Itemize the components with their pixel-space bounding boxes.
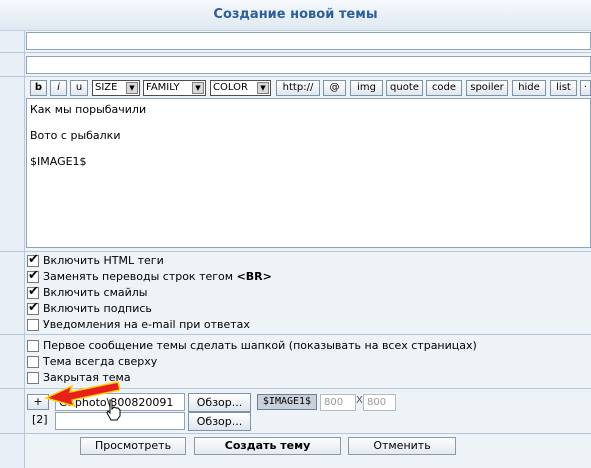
option-label: Включить подпись — [43, 302, 152, 315]
divider — [0, 334, 591, 335]
option-signature[interactable]: ✔ Включить подпись — [27, 301, 152, 316]
checkbox[interactable] — [27, 372, 39, 384]
option-label: Заменять переводы строк тегом — [43, 270, 237, 283]
checkbox[interactable] — [27, 356, 39, 368]
image-tag-badge[interactable]: $IMAGE1$ — [257, 394, 317, 410]
bold-button[interactable]: b — [30, 80, 47, 96]
editor-line: Вото с рыбалки — [30, 129, 121, 142]
divider — [0, 52, 591, 53]
new-topic-form: Создание новой темы b i u SIZE ▼ FAMILY … — [0, 0, 591, 468]
checkbox[interactable] — [27, 319, 39, 331]
option-email-notify[interactable]: Уведомления на e-mail при ответах — [27, 317, 250, 332]
option-html-tags[interactable]: ✔ Включить HTML теги — [27, 253, 164, 268]
color-select-value: COLOR — [213, 82, 248, 93]
divider — [0, 76, 591, 77]
size-select-value: SIZE — [95, 82, 118, 93]
option-smilies[interactable]: ✔ Включить смайлы — [27, 285, 147, 300]
email-button[interactable]: @ — [323, 80, 346, 96]
underline-button[interactable]: u — [70, 80, 88, 96]
hide-button[interactable]: hide — [512, 80, 546, 96]
checkbox[interactable]: ✔ — [27, 268, 39, 283]
option-label: Тема всегда сверху — [43, 355, 158, 368]
checkbox[interactable]: ✔ — [27, 252, 39, 267]
chevron-down-icon: ▼ — [126, 82, 138, 94]
image-height-input[interactable]: 800 — [363, 394, 396, 411]
family-select[interactable]: FAMILY ▼ — [143, 80, 206, 96]
cancel-button[interactable]: Отменить — [348, 437, 456, 455]
italic-button[interactable]: i — [50, 80, 67, 96]
divider — [0, 433, 591, 434]
preview-button[interactable]: Просмотреть — [80, 437, 186, 455]
checkbox[interactable]: ✔ — [27, 300, 39, 315]
option-sticky[interactable]: Тема всегда сверху — [27, 354, 157, 369]
more-button[interactable]: · — [580, 80, 591, 96]
checkmark-icon: ✔ — [28, 268, 39, 283]
topic-title-input[interactable] — [26, 32, 591, 50]
image-width-input[interactable]: 800 — [320, 394, 356, 411]
chevron-down-icon: ▼ — [192, 82, 204, 94]
checkmark-icon: ✔ — [28, 252, 39, 267]
topic-description-input[interactable] — [26, 56, 591, 74]
img-button[interactable]: img — [350, 80, 383, 96]
checkmark-icon: ✔ — [28, 300, 39, 315]
times-sign: X — [356, 395, 363, 406]
left-column — [0, 31, 25, 468]
chevron-down-icon: ▼ — [257, 82, 269, 94]
divider — [0, 251, 591, 252]
editor-line: Как мы порыбачили — [30, 103, 147, 116]
option-pin-first-post[interactable]: Первое сообщение темы сделать шапкой (по… — [27, 338, 477, 353]
message-editor[interactable]: Как мы порыбачили Вото с рыбалки $IMAGE1… — [26, 98, 591, 248]
option-label-bold: <BR> — [236, 270, 272, 283]
checkmark-icon: ✔ — [28, 284, 39, 299]
editor-line: $IMAGE1$ — [30, 155, 87, 168]
option-label: Включить смайлы — [43, 286, 148, 299]
spoiler-button[interactable]: spoiler — [466, 80, 508, 96]
page-title: Создание новой темы — [0, 0, 591, 31]
url-button[interactable]: http:// — [276, 80, 320, 96]
color-select[interactable]: COLOR ▼ — [210, 80, 271, 96]
option-label: Включить HTML теги — [43, 254, 164, 267]
checkbox[interactable] — [27, 340, 39, 352]
size-select[interactable]: SIZE ▼ — [92, 80, 140, 96]
code-button[interactable]: code — [426, 80, 462, 96]
browse-button[interactable]: Обзор... — [188, 393, 251, 412]
family-select-value: FAMILY — [146, 82, 180, 93]
option-label: Уведомления на e-mail при ответах — [43, 318, 250, 331]
hand-cursor-icon — [106, 399, 121, 421]
option-br-tags[interactable]: ✔ Заменять переводы строк тегом <BR> — [27, 269, 272, 284]
create-topic-button[interactable]: Создать тему — [194, 437, 341, 455]
list-button[interactable]: list — [550, 80, 577, 96]
quote-button[interactable]: quote — [386, 80, 423, 96]
option-label: Первое сообщение темы сделать шапкой (по… — [43, 339, 477, 352]
browse-button-2[interactable]: Обзор... — [188, 412, 251, 431]
checkbox[interactable]: ✔ — [27, 284, 39, 299]
